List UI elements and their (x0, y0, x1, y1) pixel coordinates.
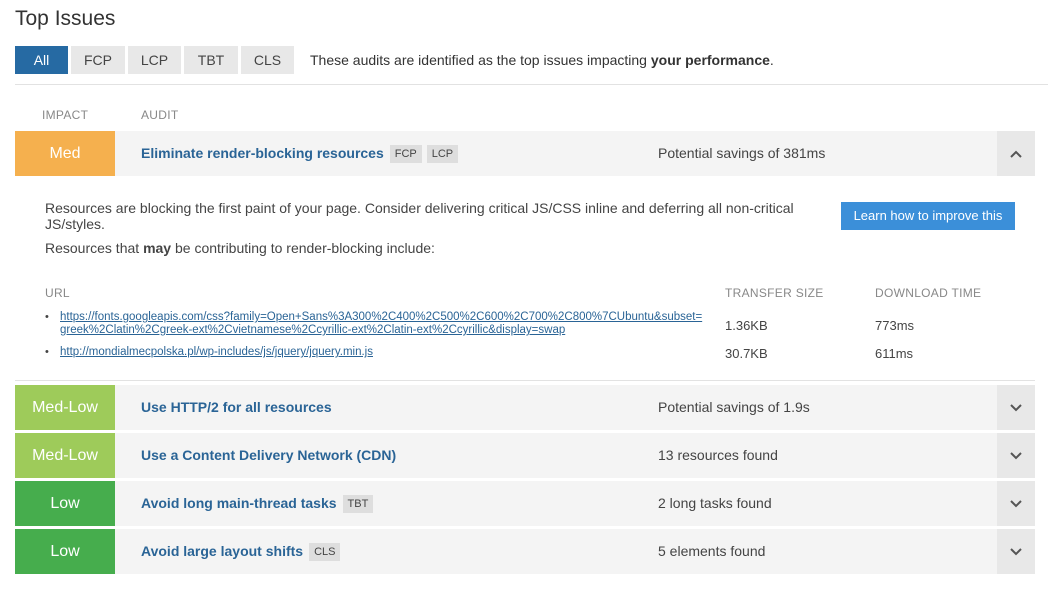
audit-title[interactable]: Avoid long main-thread tasks TBT (141, 481, 374, 526)
expand-toggle[interactable] (997, 433, 1035, 478)
bullet: • (45, 311, 49, 323)
resource-row: • https://fonts.googleapis.com/css?famil… (45, 311, 705, 337)
filter-description: These audits are identified as the top i… (310, 52, 774, 68)
filter-all-button[interactable]: All (15, 46, 68, 74)
expand-toggle[interactable] (997, 529, 1035, 574)
audit-column-header: AUDIT (141, 108, 179, 122)
issue-row-main-thread[interactable]: Low Avoid long main-thread tasks TBT 2 l… (15, 481, 1035, 526)
resource-url-link[interactable]: https://fonts.googleapis.com/css?family=… (60, 311, 705, 337)
download-time-column-header: DOWNLOAD TIME (875, 286, 982, 300)
chevron-down-icon (1010, 403, 1022, 411)
transfer-size-column-header: TRANSFER SIZE (725, 286, 824, 300)
impact-badge: Low (15, 529, 115, 574)
download-time-cell: 773ms (875, 318, 915, 333)
tag-fcp: FCP (389, 144, 422, 163)
resource-url-link[interactable]: http://mondialmecpolska.pl/wp-includes/j… (60, 346, 705, 359)
bullet: • (45, 346, 49, 358)
issue-row-render-blocking[interactable]: Med Eliminate render-blocking resources … (15, 131, 1035, 176)
filter-fcp-button[interactable]: FCP (71, 46, 125, 74)
audit-title[interactable]: Use HTTP/2 for all resources (141, 385, 332, 430)
tag-tbt: TBT (342, 494, 374, 513)
audit-summary: 13 resources found (658, 447, 778, 463)
expand-toggle[interactable] (997, 385, 1035, 430)
page-title: Top Issues (15, 7, 116, 30)
resource-row: • http://mondialmecpolska.pl/wp-includes… (45, 346, 705, 359)
audit-title[interactable]: Eliminate render-blocking resources FCP … (141, 131, 459, 176)
transfer-size-cell: 30.7KB (725, 346, 768, 361)
url-column-header: URL (45, 286, 70, 300)
audit-summary: 5 elements found (658, 543, 766, 559)
filter-tbt-button[interactable]: TBT (184, 46, 238, 74)
filter-bar: All FCP LCP TBT CLS These audits are ide… (15, 46, 774, 74)
issue-detail-panel: Resources are blocking the first paint o… (15, 176, 1035, 381)
collapse-toggle[interactable] (997, 131, 1035, 176)
transfer-size-cell: 1.36KB (725, 318, 768, 333)
impact-badge: Low (15, 481, 115, 526)
impact-badge: Med (15, 131, 115, 176)
chevron-down-icon (1010, 499, 1022, 507)
issue-row-cdn[interactable]: Med-Low Use a Content Delivery Network (… (15, 433, 1035, 478)
download-time-cell: 611ms (875, 346, 914, 361)
impact-badge: Med-Low (15, 385, 115, 430)
audit-summary: 2 long tasks found (658, 495, 772, 511)
issue-row-http2[interactable]: Med-Low Use HTTP/2 for all resources Pot… (15, 385, 1035, 430)
audit-summary: Potential savings of 381ms (658, 145, 826, 161)
audit-title[interactable]: Use a Content Delivery Network (CDN) (141, 433, 396, 478)
audit-summary: Potential savings of 1.9s (658, 399, 810, 415)
impact-badge: Med-Low (15, 433, 115, 478)
learn-how-button[interactable]: Learn how to improve this (841, 202, 1015, 230)
filter-lcp-button[interactable]: LCP (128, 46, 181, 74)
detail-description: Resources are blocking the first paint o… (45, 200, 794, 232)
header-divider (15, 84, 1048, 85)
tag-cls: CLS (309, 542, 341, 561)
chevron-down-icon (1010, 547, 1022, 555)
audit-title[interactable]: Avoid large layout shifts CLS (141, 529, 341, 574)
chevron-up-icon (1010, 150, 1022, 158)
filter-cls-button[interactable]: CLS (241, 46, 294, 74)
chevron-down-icon (1010, 451, 1022, 459)
impact-column-header: IMPACT (42, 108, 89, 122)
expand-toggle[interactable] (997, 481, 1035, 526)
tag-lcp: LCP (426, 144, 459, 163)
issue-row-layout-shifts[interactable]: Low Avoid large layout shifts CLS 5 elem… (15, 529, 1035, 574)
detail-contributing: Resources that may be contributing to re… (45, 240, 435, 256)
